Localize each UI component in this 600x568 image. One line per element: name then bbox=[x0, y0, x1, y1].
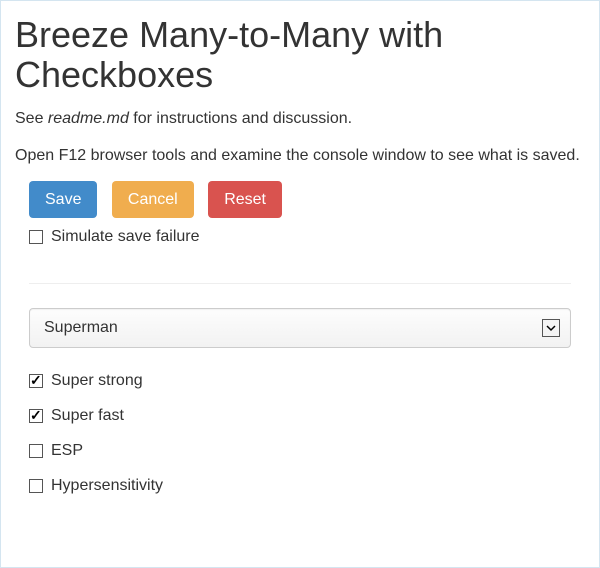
power-item: Super fast bbox=[29, 407, 571, 428]
power-text: Super strong bbox=[51, 372, 143, 390]
power-item: Super strong bbox=[29, 372, 571, 393]
hero-select[interactable]: Superman bbox=[29, 308, 571, 348]
power-text: ESP bbox=[51, 442, 83, 460]
save-button[interactable]: Save bbox=[29, 181, 97, 218]
simulate-failure-row: Simulate save failure bbox=[29, 228, 585, 249]
power-checkbox[interactable] bbox=[29, 374, 43, 388]
power-item: Hypersensitivity bbox=[29, 477, 571, 498]
simulate-failure-checkbox[interactable] bbox=[29, 230, 43, 244]
power-text: Super fast bbox=[51, 407, 124, 425]
cancel-button[interactable]: Cancel bbox=[112, 181, 194, 218]
intro-text-2: Open F12 browser tools and examine the c… bbox=[15, 145, 585, 167]
intro-text: See readme.md for instructions and discu… bbox=[15, 108, 585, 130]
intro-readme: readme.md bbox=[48, 110, 129, 127]
button-row: Save Cancel Reset bbox=[15, 181, 585, 218]
divider bbox=[29, 283, 571, 284]
power-item: ESP bbox=[29, 442, 571, 463]
intro-see: See bbox=[15, 110, 48, 127]
simulate-failure-label[interactable]: Simulate save failure bbox=[29, 228, 200, 246]
powers-list: Super strong Super fast ESP Hypersensiti… bbox=[15, 348, 585, 498]
simulate-failure-text: Simulate save failure bbox=[51, 228, 200, 246]
power-label[interactable]: Super fast bbox=[29, 407, 124, 425]
chevron-down-icon bbox=[542, 319, 560, 337]
page-title: Breeze Many-to-Many with Checkboxes bbox=[15, 15, 585, 94]
intro-rest: for instructions and discussion. bbox=[129, 110, 352, 127]
power-label[interactable]: Super strong bbox=[29, 372, 143, 390]
power-checkbox[interactable] bbox=[29, 409, 43, 423]
power-text: Hypersensitivity bbox=[51, 477, 163, 495]
power-checkbox[interactable] bbox=[29, 479, 43, 493]
power-label[interactable]: Hypersensitivity bbox=[29, 477, 163, 495]
power-checkbox[interactable] bbox=[29, 444, 43, 458]
power-label[interactable]: ESP bbox=[29, 442, 83, 460]
hero-select-value: Superman bbox=[44, 319, 118, 337]
reset-button[interactable]: Reset bbox=[208, 181, 282, 218]
